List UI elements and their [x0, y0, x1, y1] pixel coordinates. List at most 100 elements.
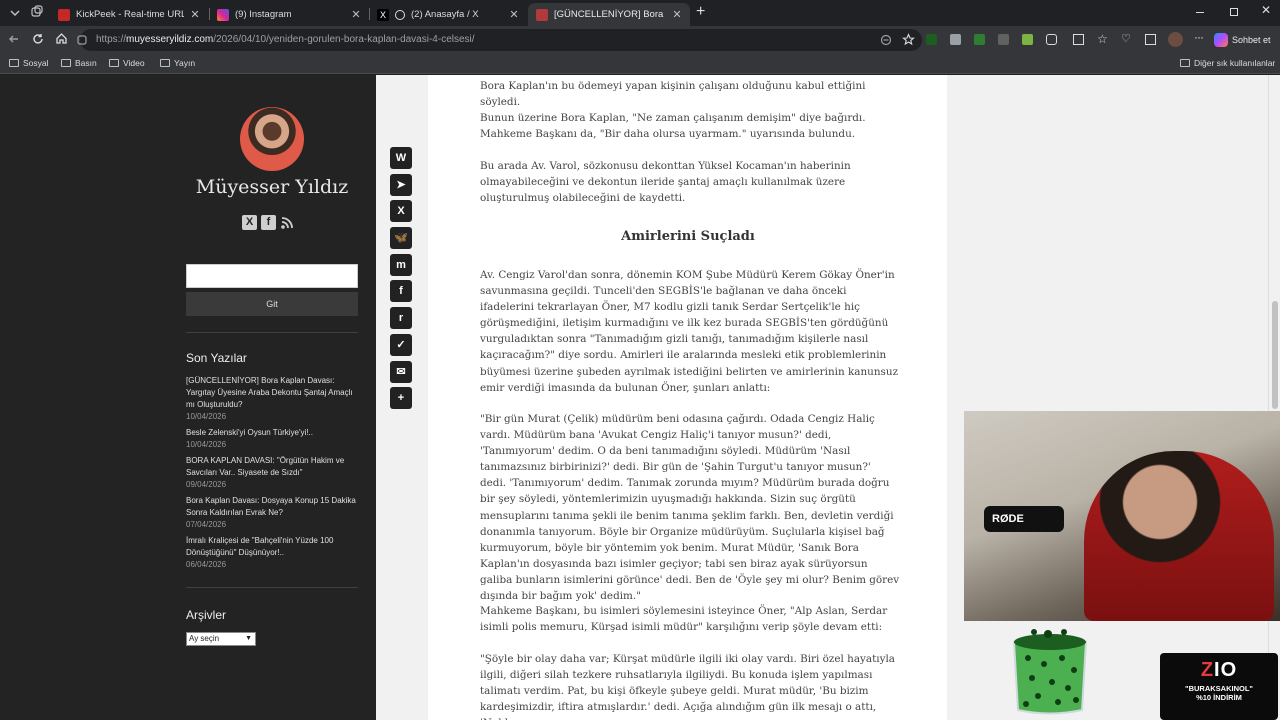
recent-post: İmralı Kraliçesi de "Bahçeli'nin Yüzde 1… — [186, 535, 358, 570]
close-icon[interactable]: ✕ — [509, 8, 519, 21]
facebook-icon[interactable]: f — [390, 280, 412, 303]
whatsapp-icon[interactable]: W — [390, 147, 412, 169]
close-icon[interactable]: ✕ — [351, 8, 361, 21]
recent-post: [GÜNCELLENİYOR] Bora Kaplan Davası: Yarg… — [186, 375, 358, 422]
bookmark-folder[interactable]: Yayın — [160, 58, 195, 68]
article-paragraph: "Şöyle bir olay daha var; Kürşat müdürle… — [480, 653, 895, 720]
tab-kickpeek[interactable]: KickPeek - Real-time URL Crawler ✕ — [50, 3, 208, 26]
archives-heading: Arşivler — [186, 608, 227, 622]
reading-mode-icon[interactable] — [880, 34, 892, 46]
bookmarks-bar: Sosyal Basın Video Yayın Diğer sık kulla… — [0, 54, 1280, 74]
extension-icon[interactable] — [926, 34, 937, 45]
folder-icon — [109, 59, 119, 67]
bookmark-label: Yayın — [174, 58, 196, 68]
new-tab-button[interactable]: + — [696, 4, 710, 20]
recent-post-link[interactable]: BORA KAPLAN DAVASI: "Örgütün Hakim ve Sa… — [186, 455, 358, 479]
extension-icon[interactable] — [998, 34, 1009, 45]
page-scrollbar[interactable] — [1268, 75, 1280, 720]
x-favicon-icon: X — [377, 8, 389, 21]
workspaces-icon[interactable] — [30, 5, 44, 19]
folder-icon — [9, 59, 19, 67]
mastodon-icon[interactable]: m — [390, 253, 412, 276]
browser-toolbar: https://muyesseryildiz.com/2026/04/10/ye… — [0, 26, 1280, 54]
share-bar: W ➤ X 🦋 m f r ✓ ✉ + — [390, 147, 412, 414]
telegram-icon[interactable]: ➤ — [390, 173, 412, 196]
reddit-icon[interactable]: r — [390, 307, 412, 330]
author-avatar — [240, 107, 304, 171]
profile-avatar-icon[interactable] — [1168, 32, 1183, 47]
tab-x[interactable]: X (2) Anasayfa / X ✕ — [369, 3, 527, 26]
bookmark-folder[interactable]: Sosyal — [9, 58, 49, 68]
pocket-icon[interactable]: ✓ — [390, 333, 412, 356]
reload-icon[interactable] — [32, 33, 44, 45]
close-icon[interactable]: ✕ — [190, 8, 200, 21]
scrollbar-thumb[interactable] — [1272, 301, 1278, 409]
site-favicon-icon — [536, 8, 548, 21]
screenshot-icon[interactable] — [1145, 34, 1156, 45]
recent-post-link[interactable]: Bora Kaplan Davası: Dosyaya Konup 15 Dak… — [186, 495, 358, 519]
home-icon[interactable] — [55, 32, 68, 45]
bookmark-folder[interactable]: Video — [109, 58, 145, 68]
x-social-icon[interactable]: X — [242, 215, 257, 230]
bookmark-folder[interactable]: Basın — [61, 58, 97, 68]
article-body: Bora Kaplan'ın bu ödemeyi yapan kişinin … — [428, 75, 947, 720]
article-paragraph: "Bir gün Murat (Çelik) müdürüm beni odas… — [480, 413, 900, 603]
extension-icon[interactable] — [1022, 34, 1033, 45]
recent-post-date: 07/04/2026 — [186, 520, 227, 529]
restore-button[interactable] — [1230, 8, 1238, 16]
close-icon[interactable]: ✕ — [672, 8, 682, 21]
article-subheading: Amirlerini Suçladı — [621, 229, 755, 244]
back-icon[interactable] — [8, 33, 20, 45]
site-info-icon[interactable] — [76, 34, 88, 46]
sidebar: Müyesser Yıldız X f Git Son Yazılar [GÜN… — [0, 75, 376, 720]
instagram-favicon-icon — [217, 8, 229, 21]
recent-post-date: 10/04/2026 — [186, 412, 227, 421]
webcam-overlay: RØDE — [964, 411, 1280, 621]
audio-playing-icon[interactable] — [395, 9, 405, 20]
url-prefix: https:// — [96, 34, 127, 45]
bookmark-label: Sosyal — [23, 58, 49, 68]
recent-post-link[interactable]: Besle Zelenski'yi Oysun Türkiye'yi!.. — [186, 427, 358, 439]
folder-icon — [160, 59, 170, 67]
bluesky-icon[interactable]: 🦋 — [390, 227, 412, 250]
chat-button-label: Sohbet et — [1232, 35, 1271, 45]
rss-icon[interactable] — [280, 215, 295, 230]
close-window-button[interactable]: ✕ — [1261, 3, 1271, 17]
add-more-icon[interactable]: + — [390, 387, 412, 410]
article-paragraph: Bunun üzerine Bora Kaplan, "Ne zaman çal… — [480, 112, 866, 141]
search-button[interactable]: Git — [186, 292, 358, 316]
tab-instagram[interactable]: (9) Instagram ✕ — [209, 3, 369, 26]
favorite-star-icon[interactable] — [902, 33, 915, 46]
archive-month-select[interactable]: Ay seçin ▼ — [186, 632, 256, 646]
recent-post: Bora Kaplan Davası: Dosyaya Konup 15 Dak… — [186, 495, 358, 530]
tab-search-icon[interactable] — [8, 6, 22, 20]
minimize-button[interactable] — [1196, 6, 1206, 18]
url-path: /2026/04/10/yeniden-gorulen-bora-kaplan-… — [213, 34, 475, 45]
search-input[interactable] — [186, 264, 358, 288]
extension-icon[interactable] — [974, 34, 985, 45]
article-paragraph: Bora Kaplan'ın bu ödemeyi yapan kişinin … — [480, 80, 866, 109]
heart-icon[interactable]: ♡ — [1121, 32, 1131, 45]
recent-post-link[interactable]: [GÜNCELLENİYOR] Bora Kaplan Davası: Yarg… — [186, 375, 358, 411]
facebook-social-icon[interactable]: f — [261, 215, 276, 230]
favorites-icon[interactable]: ☆ — [1097, 32, 1108, 46]
tab-title: [GÜNCELLENİYOR] Bora Kaplan Da — [554, 9, 666, 20]
more-menu-icon[interactable]: ··· — [1194, 30, 1204, 44]
recent-post: Besle Zelenski'yi Oysun Türkiye'yi!.. 10… — [186, 427, 358, 450]
social-links: X f — [242, 215, 295, 230]
microphone-label: RØDE — [984, 506, 1064, 532]
extension-icon[interactable] — [950, 34, 961, 45]
site-title[interactable]: Müyesser Yıldız — [186, 176, 358, 198]
copilot-chat-button[interactable]: Sohbet et — [1214, 31, 1271, 49]
email-icon[interactable]: ✉ — [390, 360, 412, 383]
folder-icon — [61, 59, 71, 67]
recent-post-link[interactable]: İmralı Kraliçesi de "Bahçeli'nin Yüzde 1… — [186, 535, 358, 559]
extensions-puzzle-icon[interactable] — [1046, 34, 1057, 45]
plant-pot-icon — [1010, 622, 1090, 717]
x-icon[interactable]: X — [390, 200, 412, 223]
other-bookmarks[interactable]: Diğer sık kullanılanlar — [1180, 58, 1275, 68]
bookmark-label: Basın — [75, 58, 97, 68]
split-screen-icon[interactable] — [1073, 34, 1084, 45]
tab-active-article[interactable]: [GÜNCELLENİYOR] Bora Kaplan Da ✕ — [528, 3, 690, 26]
address-bar[interactable]: https://muyesseryildiz.com/2026/04/10/ye… — [77, 29, 922, 51]
